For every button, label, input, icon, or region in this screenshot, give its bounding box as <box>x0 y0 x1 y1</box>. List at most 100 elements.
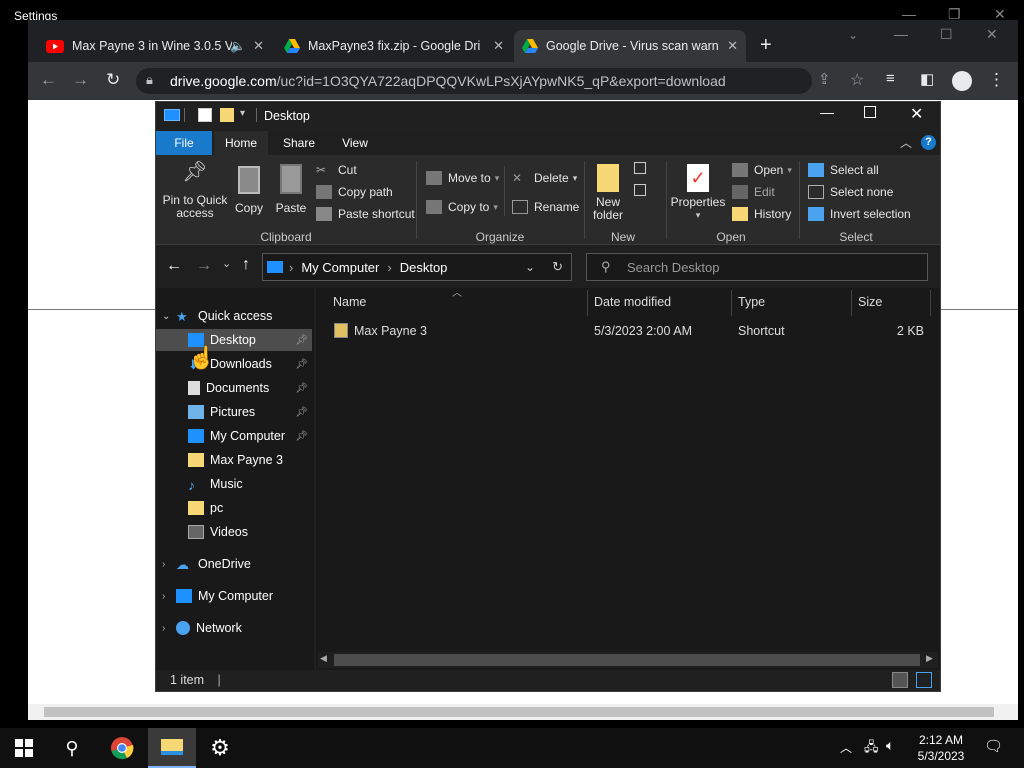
file-explorer-taskbar-icon[interactable] <box>148 728 196 768</box>
history-button[interactable]: History <box>732 204 791 224</box>
close-tab-icon[interactable]: ✕ <box>727 38 738 54</box>
column-date-modified[interactable]: Date modified <box>594 290 671 314</box>
pin-quick-access-button[interactable]: 📌︎ Pin to Quick access <box>160 162 230 220</box>
nav-my-computer[interactable]: › My Computer <box>156 585 312 607</box>
media-queue-icon[interactable]: ≡ <box>886 70 895 87</box>
address-box[interactable]: › My Computer › Desktop ⌄ ↻ <box>262 253 572 281</box>
properties-quick-icon[interactable] <box>198 108 212 122</box>
share-icon[interactable]: ⇪ <box>818 70 831 88</box>
details-view-icon[interactable] <box>892 672 908 688</box>
back-icon[interactable]: ← <box>40 70 57 90</box>
paste-button[interactable]: Paste <box>272 164 310 215</box>
chrome-close-icon[interactable]: ✕ <box>986 26 998 43</box>
new-tab-button[interactable]: + <box>760 34 772 57</box>
side-panel-icon[interactable]: ◧ <box>920 70 934 88</box>
address-bar[interactable]: drive.google.com/uc?id=1O3QYA722aqDPQQVK… <box>136 68 812 94</box>
expand-arrow-icon[interactable]: › <box>162 559 176 570</box>
pin-icon[interactable]: 📌︎ <box>295 431 308 442</box>
column-type[interactable]: Type <box>738 290 765 314</box>
copy-to-button[interactable]: Copy to ▾ <box>426 197 498 217</box>
new-item-icon[interactable] <box>634 162 654 176</box>
back-arrow-icon[interactable]: ← <box>166 257 182 275</box>
edit-button[interactable]: Edit <box>732 182 775 202</box>
expand-arrow-icon[interactable]: › <box>162 591 176 602</box>
nav-downloads[interactable]: ⬇ Downloads 📌︎ <box>156 353 312 375</box>
nav-music[interactable]: ♪ Music <box>156 473 312 495</box>
select-all-button[interactable]: Select all <box>808 160 879 180</box>
explorer-close-icon[interactable]: ✕ <box>910 104 923 124</box>
settings-taskbar-icon[interactable]: ⚙ <box>196 728 244 768</box>
profile-avatar[interactable] <box>952 71 972 91</box>
close-tab-icon[interactable]: ✕ <box>253 38 264 54</box>
nav-pc[interactable]: pc <box>156 497 312 519</box>
large-icons-view-icon[interactable] <box>916 672 932 688</box>
nav-max-payne-3[interactable]: Max Payne 3 <box>156 449 312 471</box>
file-list-scroll-thumb[interactable] <box>334 654 920 666</box>
close-tab-icon[interactable]: ✕ <box>493 38 504 54</box>
pin-icon[interactable]: 📌︎ <box>295 335 308 346</box>
search-taskbar-icon[interactable]: ⚲ <box>48 728 96 768</box>
scroll-left-icon[interactable]: ◀ <box>320 653 327 664</box>
copy-button[interactable]: Copy <box>232 166 266 215</box>
nav-my-computer-quick[interactable]: My Computer 📌︎ <box>156 425 312 447</box>
ribbon-tab-home[interactable]: Home <box>214 131 268 155</box>
expand-arrow-icon[interactable]: › <box>162 623 176 634</box>
select-none-button[interactable]: Select none <box>808 182 893 202</box>
cut-button[interactable]: ✂ Cut <box>316 160 357 180</box>
bookmark-star-icon[interactable]: ☆ <box>850 70 864 90</box>
network-tray-icon[interactable]: 🖧︎ <box>864 738 879 760</box>
nav-quick-access[interactable]: ⌄ ★ Quick access <box>156 305 312 327</box>
chrome-menu-icon[interactable]: ⋮ <box>988 70 1005 90</box>
refresh-icon[interactable]: ↻ <box>552 259 563 275</box>
nav-onedrive[interactable]: › ☁ OneDrive <box>156 553 312 575</box>
breadcrumb-my-computer[interactable]: My Computer <box>301 260 379 275</box>
tab-search-icon[interactable]: ⌄ <box>848 28 858 42</box>
explorer-minimize-icon[interactable]: — <box>820 104 834 120</box>
new-folder-button[interactable]: New folder <box>588 164 628 222</box>
nav-pictures[interactable]: Pictures 📌︎ <box>156 401 312 423</box>
tab-drive-virus[interactable]: Google Drive - Virus scan warnin ✕ <box>514 30 746 62</box>
pin-icon[interactable]: 📌︎ <box>295 383 308 394</box>
column-name[interactable]: Name <box>333 290 366 314</box>
explorer-maximize-icon[interactable] <box>864 106 876 118</box>
chrome-minimize-icon[interactable]: — <box>894 26 908 42</box>
customize-qat-icon[interactable]: ▾ <box>240 108 245 119</box>
clock[interactable]: 2:12 AM 5/3/2023 <box>916 732 966 764</box>
easy-access-icon[interactable] <box>634 184 654 198</box>
ribbon-tab-view[interactable]: View <box>332 131 378 155</box>
address-dropdown-icon[interactable]: ⌄ <box>525 260 535 274</box>
paste-shortcut-button[interactable]: Paste shortcut <box>316 204 415 224</box>
column-size[interactable]: Size <box>858 290 882 314</box>
nav-documents[interactable]: Documents 📌︎ <box>156 377 312 399</box>
chrome-taskbar-icon[interactable] <box>98 728 146 768</box>
tab-drive-fix[interactable]: MaxPayne3 fix.zip - Google Drive ✕ <box>276 32 512 60</box>
lock-icon[interactable]: 🔒︎ <box>146 72 153 88</box>
rename-button[interactable]: Rename <box>512 197 579 217</box>
page-scroll-thumb[interactable] <box>44 707 994 717</box>
search-box[interactable]: ⚲ Search Desktop <box>586 253 928 281</box>
show-hidden-icons[interactable]: ︿ <box>840 739 852 756</box>
start-button[interactable] <box>0 728 48 768</box>
folder-quick-icon[interactable] <box>220 108 234 122</box>
invert-selection-button[interactable]: Invert selection <box>808 204 911 224</box>
pin-icon[interactable]: 📌︎ <box>295 407 308 418</box>
nav-desktop[interactable]: Desktop 📌︎ <box>156 329 312 351</box>
nav-videos[interactable]: Videos <box>156 521 312 543</box>
copy-path-button[interactable]: Copy path <box>316 182 393 202</box>
delete-button[interactable]: ✕ Delete ▾ <box>512 168 577 188</box>
breadcrumb-desktop[interactable]: Desktop <box>400 260 448 275</box>
forward-arrow-icon[interactable]: → <box>196 257 212 275</box>
tab-youtube[interactable]: Max Payne 3 in Wine 3.0.5 V 🔈 ✕ <box>38 32 272 60</box>
collapse-ribbon-icon[interactable]: ︿ <box>900 134 912 151</box>
chrome-maximize-icon[interactable]: ☐ <box>940 26 953 43</box>
scroll-right-icon[interactable]: ▶ <box>926 653 933 664</box>
recent-locations-icon[interactable]: ⌄ <box>222 257 231 270</box>
volume-icon[interactable]: 🔈︎ <box>886 737 894 754</box>
move-to-button[interactable]: Move to ▾ <box>426 168 499 188</box>
forward-icon[interactable]: → <box>72 70 89 90</box>
reload-icon[interactable]: ↻ <box>106 70 120 90</box>
properties-button[interactable]: ✓ Properties ▾ <box>670 164 726 222</box>
table-row[interactable]: Max Payne 3 5/3/2023 2:00 AM Shortcut 2 … <box>326 320 932 342</box>
audio-icon[interactable]: 🔈 <box>230 39 246 54</box>
up-arrow-icon[interactable]: ↑ <box>242 256 250 274</box>
